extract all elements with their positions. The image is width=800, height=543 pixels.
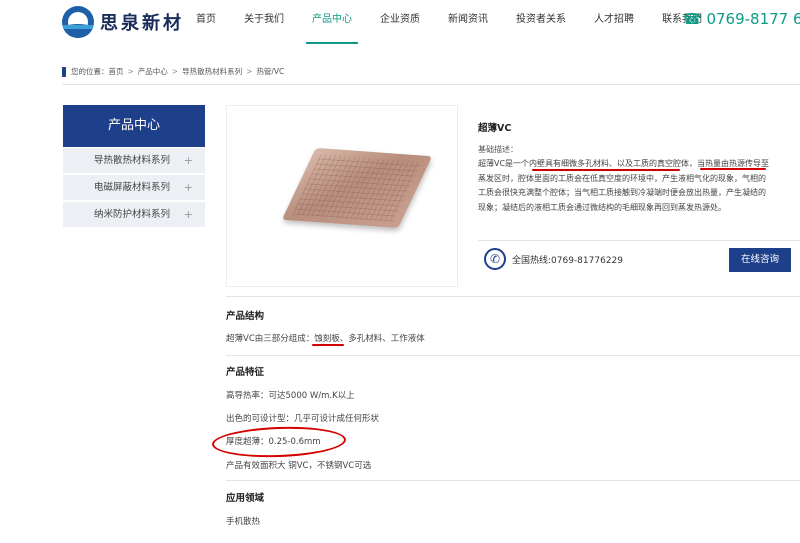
- sidebar-item-emi[interactable]: 电磁屏蔽材料系列 +: [63, 175, 205, 200]
- breadcrumb-prefix: 您的位置：: [71, 67, 109, 76]
- contact-divider: [478, 240, 800, 241]
- sidebar-item-label: 导热散热材料系列: [94, 155, 171, 166]
- product-image-frame: [226, 105, 458, 287]
- section-divider: [226, 296, 800, 297]
- red-underline-annotation: [700, 168, 766, 170]
- breadcrumb-marker: [62, 66, 66, 77]
- breadcrumb-current[interactable]: 热管/VC: [256, 66, 284, 77]
- sidebar-item-thermal[interactable]: 导热散热材料系列 +: [63, 148, 205, 173]
- breadcrumb-separator: >: [127, 67, 134, 76]
- product-desc-label: 基础描述：: [478, 145, 518, 154]
- structure-text: 超薄VC由三部分组成：蚀刻板、多孔材料、工作液体: [226, 332, 425, 344]
- nav-news[interactable]: 新闻资讯: [442, 0, 494, 44]
- hotline-number: 0769-8177 6229: [706, 10, 800, 28]
- structure-rest: 多孔材料、工作液体: [348, 334, 425, 344]
- online-consult-button[interactable]: 在线咨询: [729, 248, 791, 272]
- header-hotline: ☎ 0769-8177 6229: [683, 10, 800, 28]
- section-divider: [226, 480, 800, 481]
- product-description: 超薄VC是一个内壁具有细微多孔材料、以及工质的真空腔体，当热量由热源传导至 蒸发…: [478, 157, 790, 215]
- contact-hotline: 全国热线:0769-81776229: [512, 256, 623, 266]
- nav-investors[interactable]: 投资者关系: [510, 0, 572, 44]
- red-circle-annotation: [211, 424, 347, 460]
- sidebar-title: 产品中心: [63, 105, 205, 147]
- feature-item: 产品有效面积大 铜VC，不锈钢VC可选: [226, 461, 372, 471]
- nav-careers[interactable]: 人才招聘: [588, 0, 640, 44]
- breadcrumb-products[interactable]: 产品中心: [138, 66, 168, 77]
- nav-products[interactable]: 产品中心: [306, 0, 358, 44]
- applications-title: 应用领域: [226, 493, 265, 504]
- logo[interactable]: 思泉新材: [62, 6, 184, 38]
- application-item: 手机散热: [226, 517, 261, 527]
- sidebar-item-nano[interactable]: 纳米防护材料系列 +: [63, 202, 205, 227]
- breadcrumb-separator: >: [246, 67, 253, 76]
- red-underline-annotation: [532, 169, 680, 171]
- section-divider: [226, 355, 800, 356]
- structure-title: 产品结构: [226, 311, 265, 322]
- feature-item: 出色的可设计型：几乎可设计成任何形状: [226, 414, 380, 424]
- red-underline-annotation: [312, 344, 344, 346]
- structure-highlight: 蚀刻板、: [314, 334, 349, 344]
- site-header: 思泉新材 首页 关于我们 产品中心 企业资质 新闻资讯 投资者关系 人才招聘 联…: [0, 0, 800, 44]
- desc-line: 现象；凝结后的液相工质会通过微结构的毛细现象再回到蒸发热源处。: [478, 202, 726, 212]
- product-image: [281, 147, 433, 229]
- product-title: 超薄VC: [478, 123, 512, 134]
- nav-home[interactable]: 首页: [190, 0, 222, 44]
- nav-about[interactable]: 关于我们: [238, 0, 290, 44]
- breadcrumb-thermal[interactable]: 导热散热材料系列: [182, 66, 242, 77]
- sidebar-item-label: 电磁屏蔽材料系列: [94, 182, 171, 193]
- desc-line: 蒸发区时，腔体里面的工质会在低真空度的环境中，产生液相气化的现象，气相的: [478, 173, 766, 183]
- logo-icon: [62, 6, 94, 38]
- sidebar-item-label: 纳米防护材料系列: [94, 209, 171, 220]
- plus-icon: +: [183, 154, 193, 167]
- logo-text: 思泉新材: [100, 13, 184, 34]
- phone-icon: ☎: [683, 10, 702, 28]
- plus-icon: +: [183, 181, 193, 194]
- breadcrumb-divider: [62, 84, 800, 85]
- main-nav: 首页 关于我们 产品中心 企业资质 新闻资讯 投资者关系 人才招聘 联系我们: [190, 0, 724, 44]
- phone-icon: ✆: [484, 248, 506, 270]
- feature-item: 高导热率：可达5000 W/m.K以上: [226, 391, 355, 401]
- plus-icon: +: [183, 208, 193, 221]
- structure-prefix: 超薄VC由三部分组成：: [226, 334, 315, 344]
- breadcrumb-home[interactable]: 首页: [109, 66, 124, 77]
- nav-qualifications[interactable]: 企业资质: [374, 0, 426, 44]
- breadcrumb: 您的位置： 首页 > 产品中心 > 导热散热材料系列 > 热管/VC: [62, 66, 284, 77]
- features-title: 产品特征: [226, 367, 265, 378]
- desc-line: 工质会很快充满整个腔体；当气相工质接触到冷凝端时便会放出热量，产生凝结的: [478, 188, 766, 197]
- breadcrumb-separator: >: [171, 67, 179, 76]
